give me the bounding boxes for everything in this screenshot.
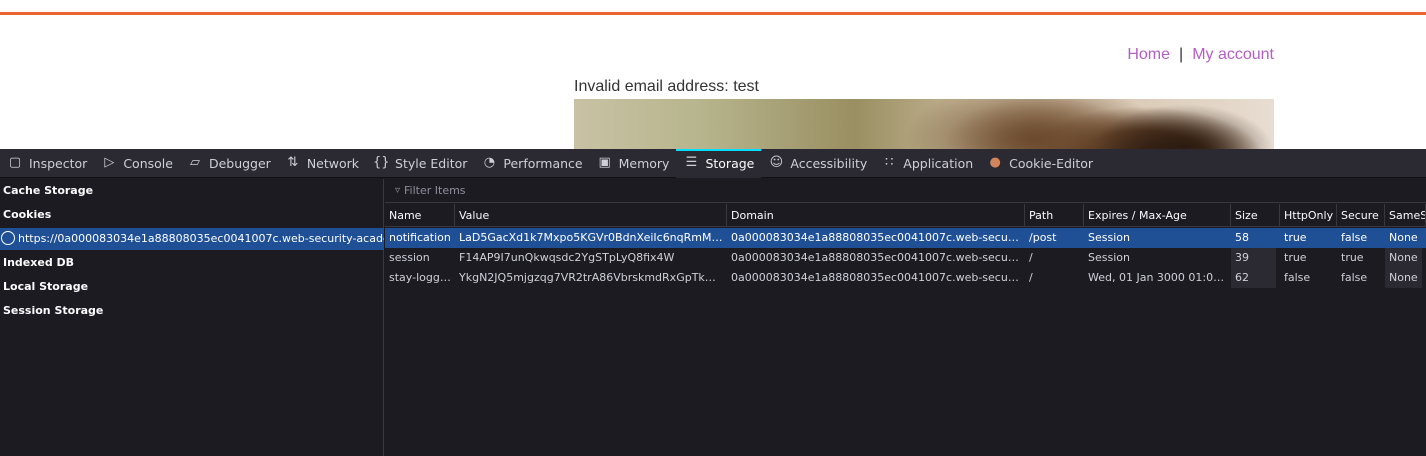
home-link[interactable]: Home xyxy=(1127,46,1170,63)
table-cell: LaD5GacXd1k7Mxpo5KGVr0BdnXeiIc6nqRmMwIPF… xyxy=(459,231,723,244)
table-cell: / xyxy=(1029,271,1033,284)
inspector-icon: ▢ xyxy=(8,155,22,170)
sidebar-cache-storage[interactable]: Cache Storage xyxy=(0,180,384,202)
column-header-httponly[interactable]: HttpOnly xyxy=(1280,204,1337,227)
tab-label: Network xyxy=(306,155,360,171)
table-cell: / xyxy=(1029,251,1033,264)
table-cell: true xyxy=(1284,231,1307,244)
table-cell: true xyxy=(1341,251,1364,264)
web-page: Home | My account Invalid email address: t… xyxy=(0,0,1426,149)
tab-label: Debugger xyxy=(208,155,271,171)
console-icon: ▷ xyxy=(104,155,115,170)
table-cell: Wed, 01 Jan 3000 01:00:00 GMT xyxy=(1088,271,1227,284)
table-cell: F14AP9I7unQkwqsdc2YgSTpLyQ8fix4W xyxy=(459,251,675,264)
table-cell: session xyxy=(389,251,430,264)
tab-accessibility[interactable]: ☺ Accessibility xyxy=(761,149,874,178)
globe-icon xyxy=(1,231,15,245)
table-header: Name Value Domain Path Expires / Max-Age Size… xyxy=(385,204,1426,227)
blog-post-image xyxy=(574,99,1274,149)
table-cell: 62 xyxy=(1231,268,1276,288)
performance-icon: ◔ xyxy=(483,155,496,170)
tab-label: Performance xyxy=(503,155,583,171)
table-cell: 0a000083034e1a88808035ec0041007c.web-sec… xyxy=(731,271,1021,284)
storage-icon: ☰ xyxy=(685,155,698,170)
tab-label: Style Editor xyxy=(395,155,468,171)
table-cell: Session xyxy=(1088,231,1130,244)
filter-input[interactable]: Filter Items xyxy=(404,184,466,197)
debugger-icon: ▱ xyxy=(189,155,200,170)
table-cell: /post xyxy=(1029,231,1057,244)
nav-separator: | xyxy=(1179,46,1184,63)
devtools-panel: ▢ Inspector ▷ Console ▱ Debugger ⇅ Network {} Sty… xyxy=(0,148,1426,456)
sidebar-indexed-db[interactable]: Indexed DB xyxy=(0,252,384,274)
column-header-expires-max-age[interactable]: Expires / Max-Age xyxy=(1084,204,1231,227)
column-header-samesi[interactable]: SameSi xyxy=(1385,204,1426,227)
table-row[interactable]: stay-logged-in YkgN2JQ5mjgzqg7VR2trA86Vbr… xyxy=(385,268,1426,288)
table-cell: false xyxy=(1341,271,1368,284)
column-header-size[interactable]: Size xyxy=(1231,204,1280,227)
column-header-value[interactable]: Value xyxy=(455,204,727,227)
column-header-name[interactable]: Name xyxy=(385,204,455,227)
sidebar-cookie-origin[interactable]: https://0a000083034e1a88808035ec0041007c… xyxy=(0,228,384,250)
tab-debugger[interactable]: ▱ Debugger xyxy=(180,149,278,178)
tab-network[interactable]: ⇅ Network xyxy=(278,149,366,178)
application-icon: ∷ xyxy=(885,155,894,170)
table-cell: true xyxy=(1284,251,1307,264)
devtools-toolbar: ▢ Inspector ▷ Console ▱ Debugger ⇅ Network {} Sty… xyxy=(0,148,1426,178)
table-cell: 39 xyxy=(1231,248,1276,268)
sidebar-session-storage[interactable]: Session Storage xyxy=(0,300,384,322)
table-cell: 0a000083034e1a88808035ec0041007c.web-sec… xyxy=(731,251,1021,264)
style-editor-icon: {} xyxy=(373,155,390,170)
tab-cookie-editor[interactable]: ● Cookie-Editor xyxy=(980,149,1100,178)
sidebar-local-storage[interactable]: Local Storage xyxy=(0,276,384,298)
network-icon: ⇅ xyxy=(287,155,299,170)
table-cell: notification xyxy=(389,231,451,244)
top-nav: Home | My account xyxy=(1127,46,1274,64)
tab-application[interactable]: ∷ Application xyxy=(874,149,980,178)
accessibility-icon: ☺ xyxy=(769,155,784,170)
error-message: Invalid email address: test xyxy=(574,78,759,95)
storage-sidebar: Cache Storage Cookies https://0a00008303… xyxy=(0,179,384,456)
tab-console[interactable]: ▷ Console xyxy=(94,149,180,178)
tab-memory[interactable]: ▣ Memory xyxy=(590,149,677,178)
cookie-icon: ● xyxy=(989,155,1001,170)
tab-label: Cookie-Editor xyxy=(1009,155,1094,171)
table-cell: false xyxy=(1284,271,1311,284)
table-cell: stay-logged-in xyxy=(389,271,451,284)
sidebar-cookies[interactable]: Cookies xyxy=(0,204,384,226)
table-cell: YkgN2JQ5mjgzqg7VR2trA86VbrskmdRxGpTkXd%2… xyxy=(459,271,723,284)
tab-performance[interactable]: ◔ Performance xyxy=(474,149,589,178)
table-row[interactable]: notification LaD5GacXd1k7Mxpo5KGVr0BdnXei… xyxy=(385,228,1426,248)
column-header-path[interactable]: Path xyxy=(1025,204,1084,227)
table-cell: None xyxy=(1385,268,1422,288)
tab-inspector[interactable]: ▢ Inspector xyxy=(0,149,94,178)
tab-storage[interactable]: ☰ Storage xyxy=(676,148,762,178)
cookie-origin-label: https://0a000083034e1a88808035ec0041007c… xyxy=(18,232,384,245)
header-accent-line xyxy=(0,12,1426,15)
tab-label: Storage xyxy=(705,155,755,171)
table-row[interactable]: session F14AP9I7unQkwqsdc2YgSTpLyQ8fix4W 0… xyxy=(385,248,1426,268)
table-cell: None xyxy=(1389,231,1418,244)
tab-label: Console xyxy=(123,155,173,171)
cookie-table-panel: ▿ Filter Items Name Value Domain Path Expire… xyxy=(385,179,1426,456)
tab-style-editor[interactable]: {} Style Editor xyxy=(366,149,474,178)
memory-icon: ▣ xyxy=(598,155,611,170)
tab-label: Memory xyxy=(618,155,670,171)
filter-bar[interactable]: ▿ Filter Items xyxy=(385,179,1426,203)
table-cell: 0a000083034e1a88808035ec0041007c.web-sec… xyxy=(731,231,1021,244)
my-account-link[interactable]: My account xyxy=(1192,46,1274,63)
column-header-secure[interactable]: Secure xyxy=(1337,204,1385,227)
table-cell: None xyxy=(1385,248,1422,268)
column-header-domain[interactable]: Domain xyxy=(727,204,1025,227)
filter-icon: ▿ xyxy=(395,185,401,196)
table-cell: Session xyxy=(1088,251,1130,264)
tab-label: Inspector xyxy=(29,155,88,171)
tab-label: Accessibility xyxy=(790,155,868,171)
tab-label: Application xyxy=(903,155,974,171)
table-cell: 58 xyxy=(1235,231,1249,244)
table-cell: false xyxy=(1341,231,1368,244)
